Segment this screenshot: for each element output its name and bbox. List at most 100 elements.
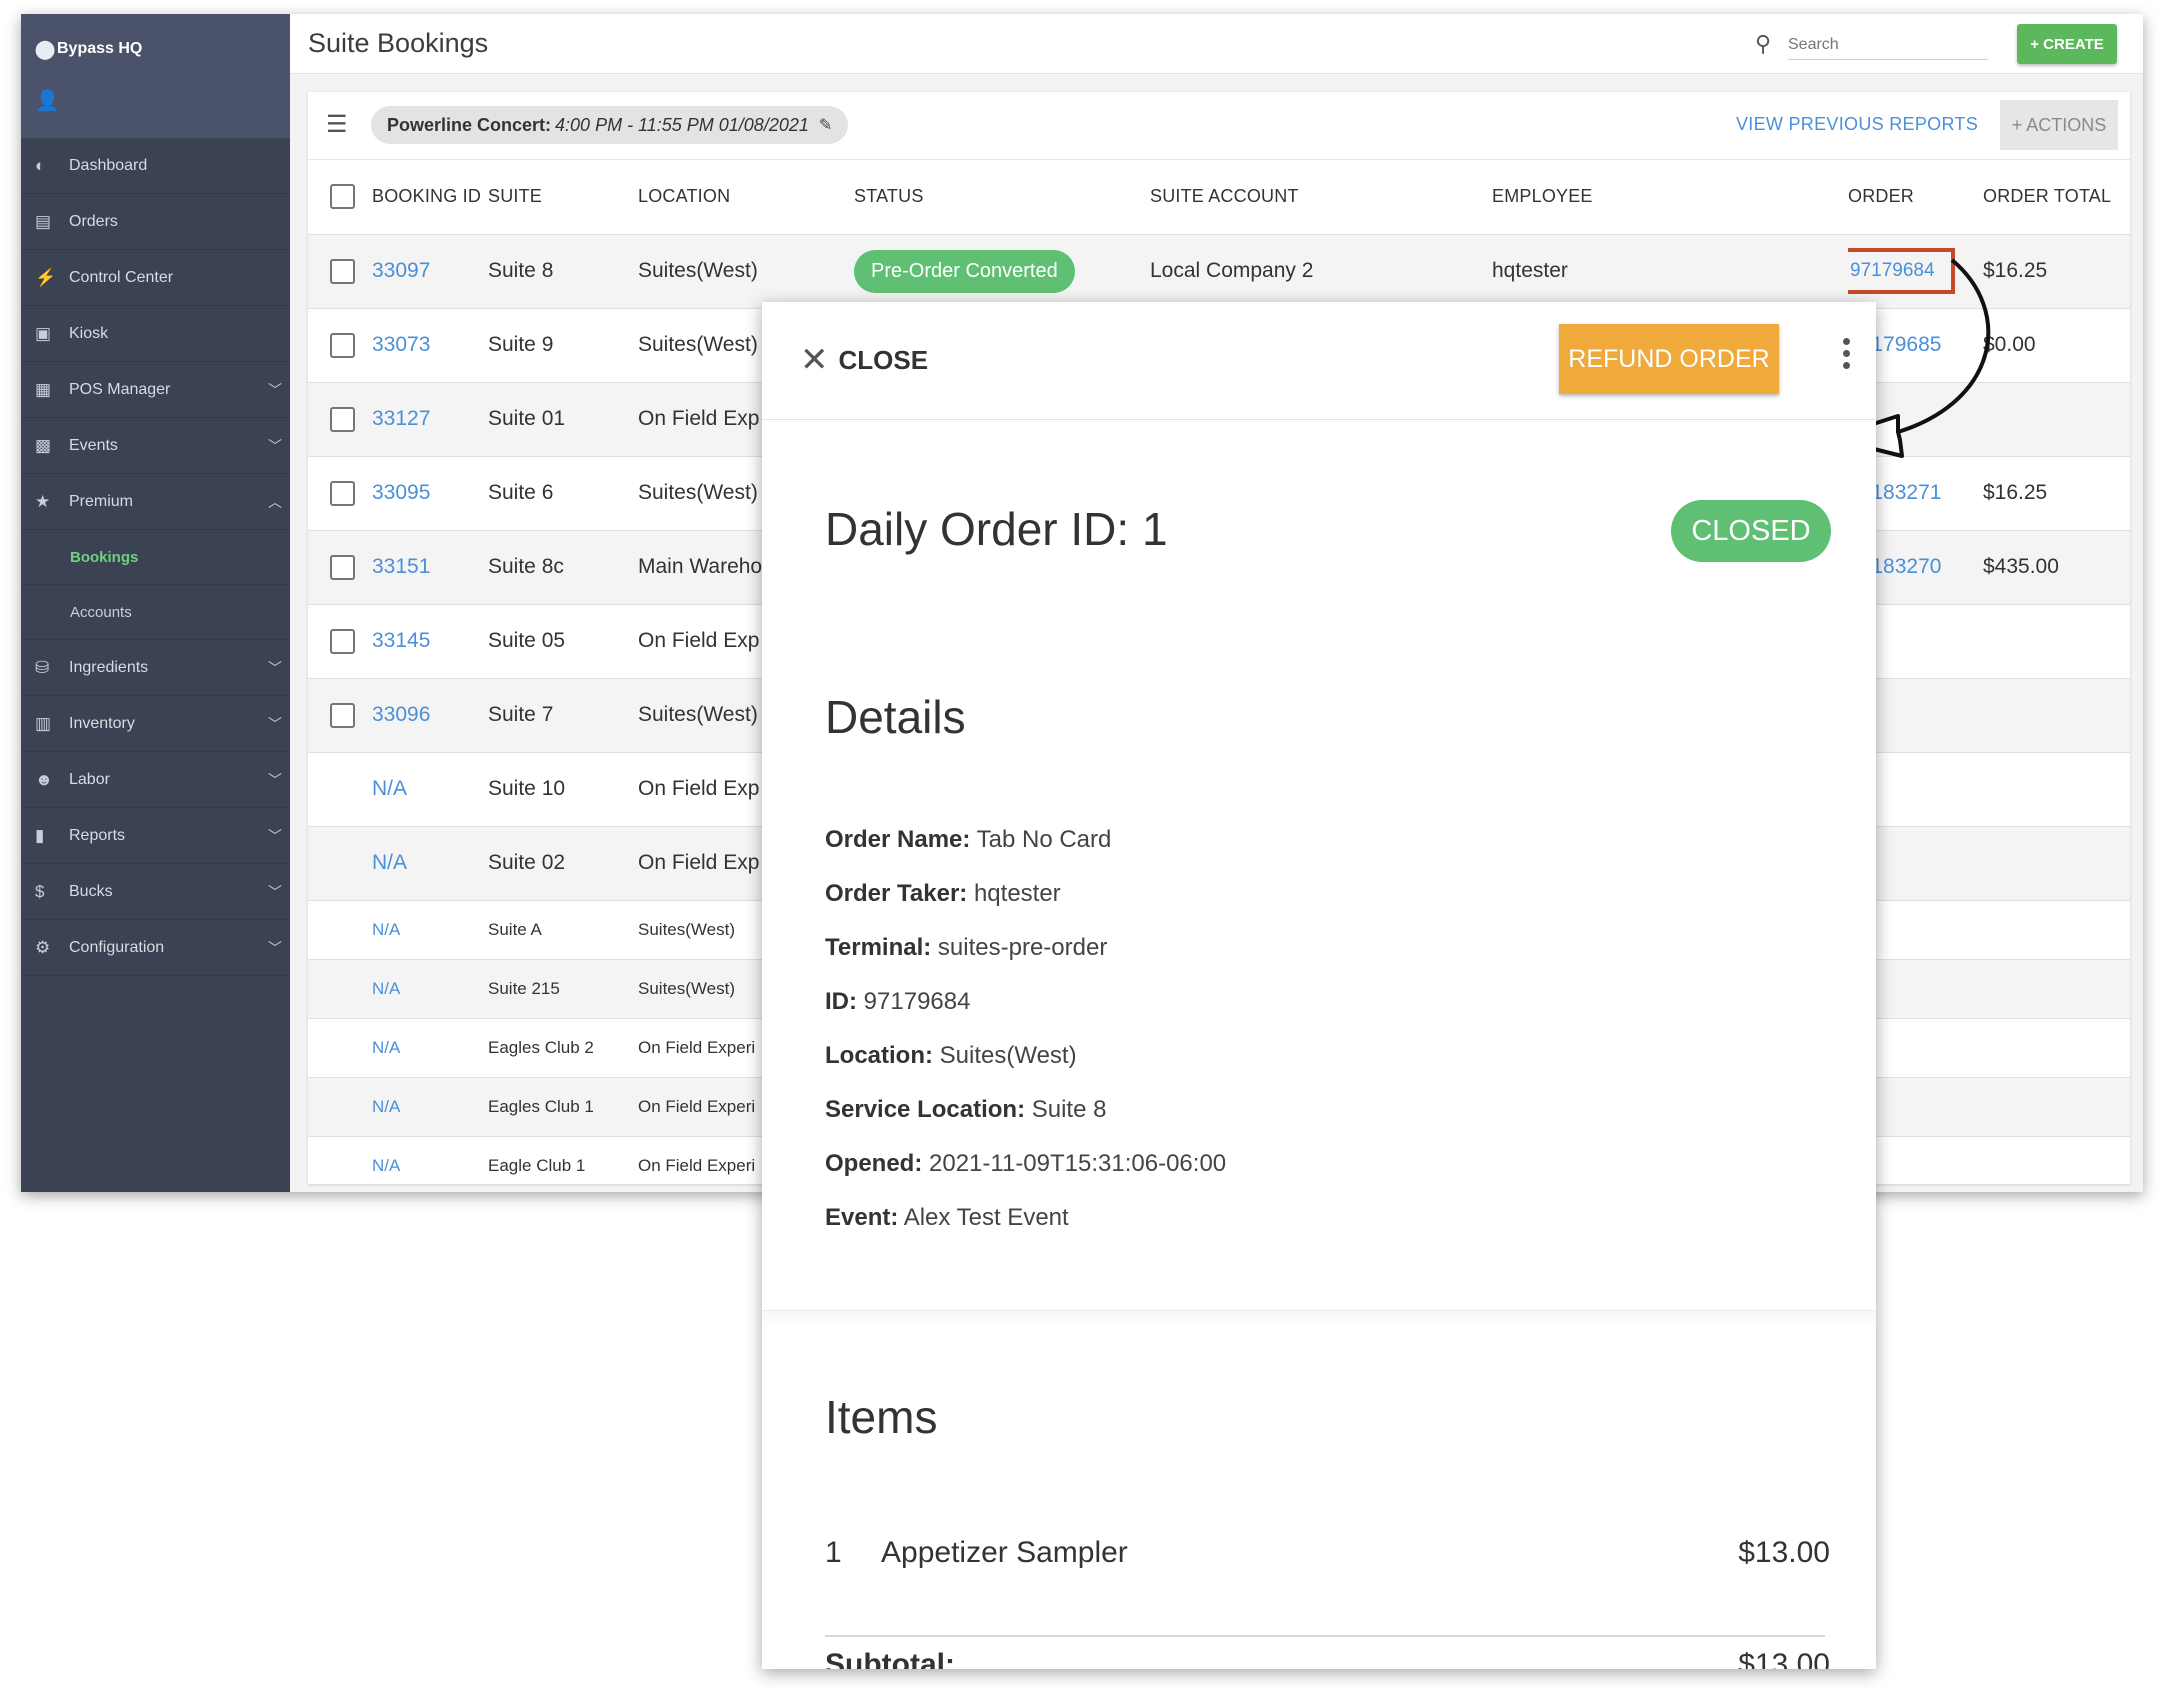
sidebar-item-configuration[interactable]: ⚙ Configuration ﹀	[21, 920, 290, 976]
col-order[interactable]: ORDER	[1848, 160, 1983, 235]
more-options-icon[interactable]	[1838, 338, 1854, 369]
col-employee[interactable]: EMPLOYEE	[1492, 160, 1848, 235]
booking-id-link[interactable]: N/A	[372, 920, 400, 939]
booking-id-link[interactable]: 33127	[372, 407, 430, 430]
search-icon[interactable]: ⚲	[1755, 31, 1771, 57]
order-link[interactable]: 97179684	[1848, 248, 1955, 294]
col-suite-account[interactable]: SUITE ACCOUNT	[1150, 160, 1492, 235]
event-time: 4:00 PM - 11:55 PM 01/08/2021	[555, 114, 809, 135]
labor-icon: ☻	[35, 769, 53, 789]
chevron-down-icon[interactable]: ﹀	[268, 714, 282, 734]
detail-label: Terminal:	[825, 934, 932, 961]
chevron-down-icon[interactable]: ﹀	[268, 770, 282, 790]
col-status[interactable]: STATUS	[854, 160, 1150, 235]
view-previous-reports-link[interactable]: VIEW PREVIOUS REPORTS	[1736, 114, 1978, 135]
detail-value: Tab No Card	[976, 826, 1112, 853]
sidebar-item-dashboard[interactable]: ◐ Dashboard	[21, 138, 290, 194]
sidebar-item-label: Orders	[69, 212, 118, 230]
booking-id-link[interactable]: N/A	[372, 1038, 400, 1057]
chevron-down-icon[interactable]: ﹀	[268, 882, 282, 902]
booking-id-link[interactable]: N/A	[372, 851, 407, 874]
detail-row-order-taker: Order Taker: hqtester	[825, 880, 1226, 934]
detail-label: Location:	[825, 1042, 933, 1069]
location-name: On Field Exp	[638, 851, 760, 874]
booking-id-link[interactable]: N/A	[372, 1097, 400, 1116]
location-name: On Field Exp	[638, 407, 760, 430]
select-all-checkbox[interactable]	[330, 184, 355, 210]
suite-name: Suite 02	[488, 851, 566, 874]
sidebar-item-events[interactable]: ▩ Events ﹀	[21, 418, 290, 474]
row-checkbox[interactable]	[330, 554, 355, 580]
sidebar-item-premium[interactable]: ★ Premium ︿	[21, 474, 290, 530]
sidebar-item-orders[interactable]: ▤ Orders	[21, 194, 290, 250]
venue-selector[interactable]: ⬤ Bypass HQ	[35, 34, 290, 64]
booking-id-link[interactable]: 33095	[372, 481, 430, 504]
sidebar-item-inventory[interactable]: ▥ Inventory ﹀	[21, 696, 290, 752]
booking-id-link[interactable]: 33096	[372, 703, 430, 726]
chevron-down-icon[interactable]: ﹀	[268, 938, 282, 958]
row-checkbox[interactable]	[330, 258, 355, 284]
booking-id-link[interactable]: 33145	[372, 629, 430, 652]
row-checkbox[interactable]	[330, 332, 355, 358]
actions-button[interactable]: + ACTIONS	[2000, 100, 2118, 150]
sidebar-subitem-bookings[interactable]: Bookings	[21, 530, 290, 585]
pos-manager-icon: ▦	[35, 379, 52, 399]
col-suite[interactable]: SUITE	[488, 160, 638, 235]
row-checkbox[interactable]	[330, 406, 355, 432]
location-name: Suites(West)	[638, 919, 735, 939]
sidebar-item-pos-manager[interactable]: ▦ POS Manager ﹀	[21, 362, 290, 418]
detail-label: Event:	[825, 1204, 899, 1231]
sidebar-item-label: Events	[69, 436, 118, 454]
booking-id-link[interactable]: 33073	[372, 333, 430, 356]
booking-id-link[interactable]: N/A	[372, 1156, 400, 1175]
close-button[interactable]: ✕ CLOSE	[800, 340, 928, 380]
table-row[interactable]: 33097 Suite 8 Suites(West) Pre-Order Conver…	[308, 234, 2130, 309]
suite-name: Eagle Club 1	[488, 1155, 586, 1175]
suite-name: Eagles Club 2	[488, 1037, 594, 1057]
detail-label: Order Taker:	[825, 880, 968, 907]
filter-icon[interactable]: ☰	[326, 110, 348, 139]
details-list: Order Name: Tab No Card Order Taker: hqte…	[825, 826, 1226, 1258]
detail-row-terminal: Terminal: suites-pre-order	[825, 934, 1226, 988]
event-filter-chip[interactable]: Powerline Concert: 4:00 PM - 11:55 PM 01…	[371, 106, 849, 144]
location-name: Suites(West)	[638, 259, 758, 282]
col-order-total[interactable]: ORDER TOTAL	[1983, 160, 2130, 235]
sidebar-item-label: Reports	[69, 826, 126, 844]
create-button[interactable]: + CREATE	[2017, 24, 2117, 64]
sidebar-item-label: Kiosk	[69, 324, 109, 342]
refund-order-button[interactable]: REFUND ORDER	[1559, 324, 1779, 394]
booking-id-link[interactable]: N/A	[372, 777, 407, 800]
sidebar-item-kiosk[interactable]: ▣ Kiosk	[21, 306, 290, 362]
sidebar-item-ingredients[interactable]: ⛁ Ingredients ﹀	[21, 640, 290, 696]
detail-label: Opened:	[825, 1150, 923, 1177]
sidebar-item-label: Control Center	[69, 268, 174, 286]
details-heading: Details	[825, 691, 966, 743]
detail-row-event: Event: Alex Test Event	[825, 1204, 1226, 1258]
booking-id-link[interactable]: N/A	[372, 979, 400, 998]
user-icon[interactable]: 👤	[35, 88, 290, 113]
chevron-up-icon[interactable]: ︿	[268, 492, 282, 512]
sidebar-item-labor[interactable]: ☻ Labor ﹀	[21, 752, 290, 808]
item-price: $13.00	[1738, 1536, 1830, 1569]
booking-id-link[interactable]: 33097	[372, 259, 430, 282]
col-booking-id[interactable]: BOOKING ID	[372, 160, 488, 235]
item-name: Appetizer Sampler	[881, 1536, 1128, 1569]
sidebar-subitem-accounts[interactable]: Accounts	[21, 585, 290, 640]
row-checkbox[interactable]	[330, 628, 355, 654]
detail-label: Order Name:	[825, 826, 971, 853]
chevron-down-icon[interactable]: ﹀	[268, 826, 282, 846]
chevron-down-icon[interactable]: ﹀	[268, 436, 282, 456]
location-name: Suites(West)	[638, 333, 758, 356]
edit-pencil-icon[interactable]: ✎	[819, 115, 832, 135]
col-location[interactable]: LOCATION	[638, 160, 854, 235]
row-checkbox[interactable]	[330, 480, 355, 506]
search-input[interactable]	[1788, 30, 1988, 60]
sidebar-item-control-center[interactable]: ⚡ Control Center	[21, 250, 290, 306]
sidebar-item-label: Premium	[69, 492, 134, 510]
sidebar-item-reports[interactable]: ▮ Reports ﹀	[21, 808, 290, 864]
booking-id-link[interactable]: 33151	[372, 555, 430, 578]
chevron-down-icon[interactable]: ﹀	[268, 658, 282, 678]
row-checkbox[interactable]	[330, 702, 355, 728]
sidebar-item-bucks[interactable]: $ Bucks ﹀	[21, 864, 290, 920]
chevron-down-icon[interactable]: ﹀	[268, 380, 282, 400]
